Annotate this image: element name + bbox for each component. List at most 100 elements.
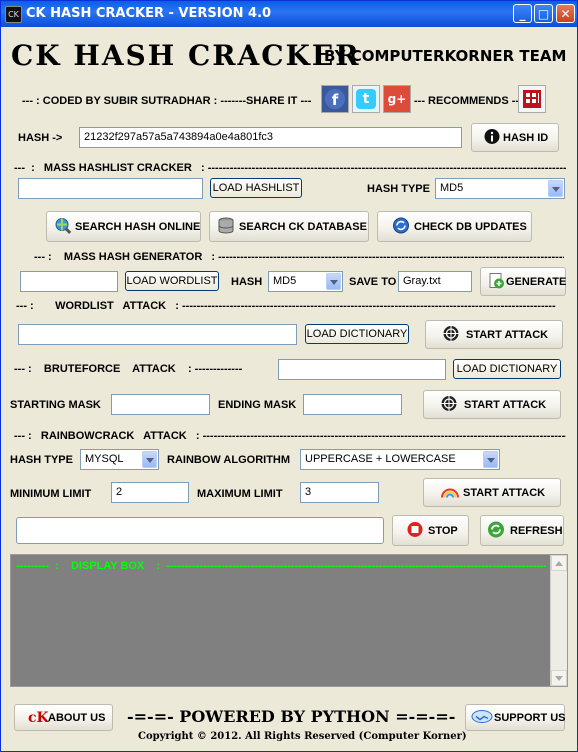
credits-text: --- : CODED BY SUBIR SUTRADHAR : -------… [22,95,312,107]
twitter-icon[interactable]: t [352,85,380,113]
rainbow-hash-type-select[interactable]: MYSQL [80,449,159,470]
display-box[interactable]: --------- : DISPLAY BOX : --------------… [10,554,568,687]
minimum-limit-input[interactable]: 2 [111,482,189,503]
mass-hash-generator-section: --- : MASS HASH GENERATOR : ------------… [34,251,564,263]
app-icon: CK [5,6,22,23]
ending-mask-input[interactable] [303,394,402,415]
scroll-up-icon[interactable] [551,555,567,571]
load-hashlist-button[interactable]: LOAD HASHLIST [210,178,302,198]
generator-hash-value: MD5 [273,275,297,287]
ck-logo-icon: cK [28,709,49,726]
hash-id-label: HASH ID [503,131,549,144]
recommend-app-icon[interactable] [518,85,546,113]
generator-hash-label: HASH [231,276,263,288]
update-sync-icon [392,216,410,237]
powered-by-text: -=-=- POWERED BY PYTHON =-=-=- [127,707,456,726]
main-window: CK CK HASH CRACKER - VERSION 4.0 _ □ ✕ C… [0,0,578,752]
generator-input[interactable] [20,271,118,292]
bruteforce-attack-section: --- : BRUTEFORCE ATTACK : ------------- [14,363,243,375]
minimize-button[interactable]: _ [513,4,532,23]
generate-icon [487,271,505,292]
support-us-button[interactable]: SUPPORT US [465,704,566,731]
chevron-down-icon[interactable] [326,273,341,290]
minimum-limit-label: MINIMUM LIMIT [10,488,92,500]
search-hash-online-label: SEARCH HASH ONLINE [75,220,201,233]
load-wordlist-button[interactable]: LOAD WORDLIST [125,271,219,291]
target-icon [440,394,458,415]
rainbow-algorithm-select[interactable]: UPPERCASE + LOWERCASE [300,449,500,470]
twitter-glyph: t [356,89,376,109]
check-db-updates-button[interactable]: CHECK DB UPDATES [377,211,532,242]
chevron-down-icon[interactable] [548,180,563,197]
refresh-icon [487,520,505,541]
bruteforce-start-attack-label: START ATTACK [464,398,547,411]
starting-mask-input[interactable] [111,394,210,415]
database-icon [217,216,235,237]
ending-mask-label: ENDING MASK [218,399,297,411]
stop-label: STOP [428,524,458,537]
target-icon [442,324,460,345]
hashlist-type-label: HASH TYPE [367,183,430,195]
search-ck-database-button[interactable]: SEARCH CK DATABASE [209,211,369,242]
display-box-scrollbar[interactable] [550,555,567,686]
rainbowcrack-attack-section: --- : RAINBOWCRACK ATTACK : ------------… [14,430,566,442]
hashlist-input[interactable] [18,178,203,199]
stop-button[interactable]: STOP [392,515,469,546]
copyright-text: Copyright © 2012. All Rights Reserved (C… [138,731,467,742]
support-handshake-icon [471,709,493,726]
generator-hash-select[interactable]: MD5 [268,271,343,292]
title-bar[interactable]: CK CK HASH CRACKER - VERSION 4.0 _ □ ✕ [1,1,577,27]
info-icon [484,128,500,147]
save-to-label: SAVE TO [349,276,397,288]
bruteforce-start-attack-button[interactable]: START ATTACK [423,390,561,419]
rainbow-hash-type-value: MYSQL [85,453,124,465]
maximize-button[interactable]: □ [534,4,553,23]
generate-button[interactable]: GENERATE [480,267,566,296]
app-name-heading: CK HASH CRACKER [11,39,361,72]
window-title: CK HASH CRACKER - VERSION 4.0 [26,6,272,21]
rainbow-algorithm-label: RAINBOW ALGORITHM [167,454,291,466]
check-db-updates-label: CHECK DB UPDATES [414,220,527,233]
hash-id-button[interactable]: HASH ID [471,123,559,152]
rainbow-start-attack-button[interactable]: START ATTACK [423,478,561,507]
rainbow-start-attack-label: START ATTACK [463,486,546,499]
wordlist-load-dictionary-button[interactable]: LOAD DICTIONARY [305,324,409,344]
generate-label: GENERATE [506,275,567,288]
wordlist-start-attack-button[interactable]: START ATTACK [425,320,563,349]
rainbow-icon [440,484,460,501]
about-us-label: ABOUT US [48,711,106,724]
scroll-down-icon[interactable] [551,670,567,686]
close-button[interactable]: ✕ [556,4,575,23]
recommends-label: --- RECOMMENDS --- [414,95,523,107]
hashlist-type-select[interactable]: MD5 [435,178,565,199]
starting-mask-label: STARTING MASK [10,399,101,411]
hash-input[interactable]: 21232f297a57a5a743894a0e4a801fc3 [79,127,462,148]
mass-hashlist-section: --- : MASS HASHLIST CRACKER : ----------… [14,162,566,174]
chevron-down-icon[interactable] [142,451,157,468]
wordlist-start-attack-label: START ATTACK [466,328,549,341]
stop-icon [407,521,423,540]
by-line: BY COMPUTERKORNER TEAM [324,47,567,65]
support-us-label: SUPPORT US [494,711,566,724]
hashlist-type-value: MD5 [440,182,464,194]
about-us-button[interactable]: cK ABOUT US [14,704,113,731]
progress-bar [16,517,384,544]
search-hash-online-button[interactable]: SEARCH HASH ONLINE [46,211,201,242]
chevron-down-icon[interactable] [483,451,498,468]
wordlist-input[interactable] [18,324,297,345]
search-globe-icon [54,216,72,237]
save-to-input[interactable]: Gray.txt [398,271,472,292]
refresh-button[interactable]: REFRESH [480,515,564,546]
facebook-icon[interactable]: f [321,85,349,113]
rainbow-hash-type-label: HASH TYPE [10,454,73,466]
maximum-limit-label: MAXIMUM LIMIT [197,488,283,500]
maximum-limit-input[interactable]: 3 [300,482,379,503]
search-ck-database-label: SEARCH CK DATABASE [239,220,367,233]
bruteforce-input[interactable] [278,359,446,380]
hash-label: HASH -> [18,132,63,144]
refresh-label: REFRESH [510,524,563,537]
facebook-glyph: f [325,89,345,109]
bruteforce-load-dictionary-button[interactable]: LOAD DICTIONARY [453,359,561,379]
display-box-header: --------- : DISPLAY BOX : --------------… [16,560,546,572]
google-plus-icon[interactable]: g+ [383,85,411,113]
